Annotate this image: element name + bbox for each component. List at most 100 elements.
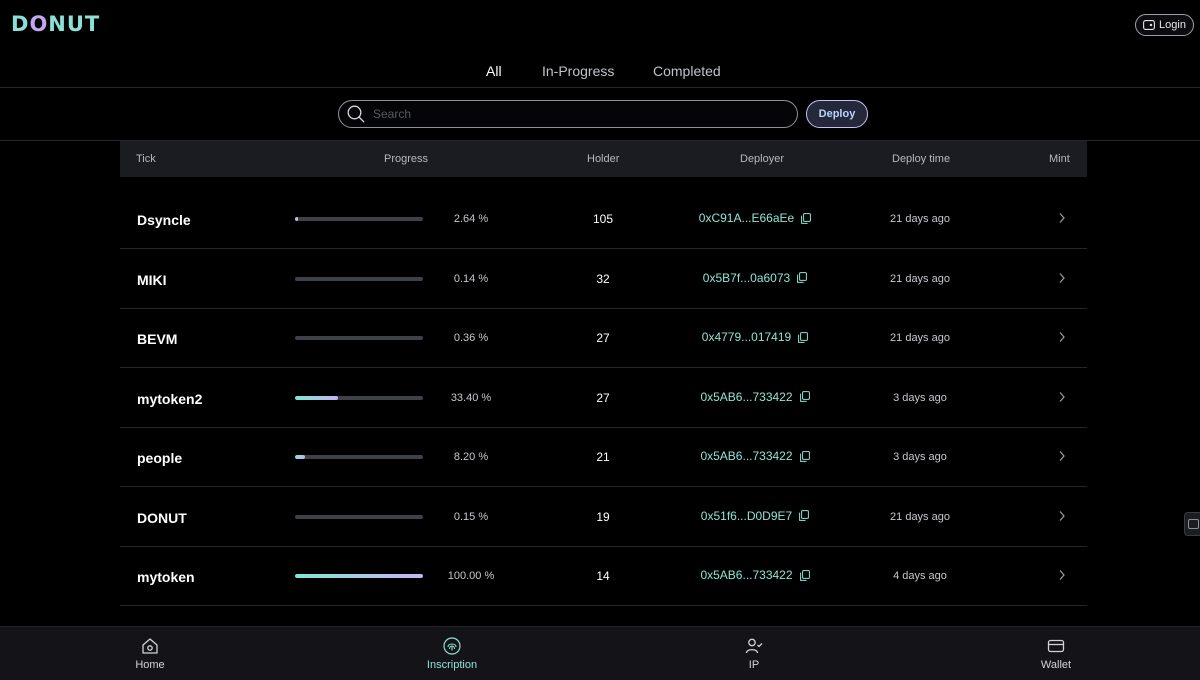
deploy-time: 3 days ago — [893, 451, 947, 463]
wallet-icon — [1047, 639, 1065, 653]
table-row[interactable]: DONUT 0.15 % 19 0x51f6...D0D9E7 21 days ago — [120, 488, 1087, 547]
progress-percent: 33.40 % — [450, 391, 492, 404]
progress-fill — [295, 395, 338, 400]
nav-home[interactable]: Home — [110, 637, 190, 671]
copy-icon[interactable] — [797, 272, 808, 283]
nav-wallet[interactable]: Wallet — [1016, 637, 1096, 671]
deployer-address-text: 0x51f6...D0D9E7 — [700, 508, 793, 523]
copy-icon[interactable] — [799, 450, 810, 462]
chevron-right-icon[interactable] — [1056, 210, 1068, 226]
table-row[interactable]: mytoken2 33.40 % 27 0x5AB6...733422 3 days a… — [120, 369, 1087, 428]
progress-bar — [295, 455, 423, 459]
progress-percent: 8.20 % — [453, 451, 489, 463]
login-button[interactable]: Login — [1135, 14, 1194, 36]
deployer-address[interactable]: 0x5B7f...0a6073 — [685, 271, 825, 285]
deploy-label: Deploy — [818, 108, 856, 120]
row-tick: MIKI — [137, 271, 167, 288]
row-tick: people — [137, 450, 183, 466]
deployer-address[interactable]: 0x5AB6...733422 — [685, 449, 825, 463]
logo-letter-d: D — [11, 12, 30, 36]
copy-icon[interactable] — [799, 569, 810, 581]
holder-count: 27 — [596, 390, 610, 405]
deploy-time: 4 days ago — [893, 570, 947, 582]
nav-inscription-label: Inscription — [426, 659, 478, 671]
copy-icon[interactable] — [799, 391, 810, 402]
table-row[interactable]: BEVM 0.36 % 27 0x4779...017419 21 days ago — [120, 309, 1087, 368]
deployer-address-text: 0x5B7f...0a6073 — [702, 270, 791, 285]
column-holder: Holder — [587, 153, 620, 165]
column-deployer: Deployer — [740, 153, 785, 165]
table-row[interactable]: Dsyncle 2.64 % 105 0xC91A...E66aEe 21 days a… — [120, 190, 1087, 249]
chevron-right-icon[interactable] — [1056, 448, 1068, 464]
copy-icon[interactable] — [801, 212, 812, 224]
chevron-right-icon[interactable] — [1056, 389, 1068, 405]
deployer-address[interactable]: 0x4779...017419 — [685, 330, 825, 344]
search-box[interactable] — [338, 100, 798, 128]
deploy-time: 3 days ago — [893, 391, 947, 404]
progress-bar — [295, 217, 423, 221]
table-row[interactable]: people 8.20 % 21 0x5AB6...733422 3 days ago — [120, 428, 1087, 487]
holder-count: 32 — [596, 271, 610, 286]
progress-bar — [295, 276, 423, 281]
chevron-right-icon[interactable] — [1056, 508, 1068, 524]
deployer-address[interactable]: 0x5AB6...733422 — [685, 568, 825, 582]
deployer-address-text: 0x5AB6...733422 — [700, 389, 793, 404]
progress-percent: 2.64 % — [453, 213, 489, 225]
progress-fill — [295, 217, 299, 221]
holder-count: 27 — [596, 331, 610, 345]
search-input[interactable] — [373, 107, 773, 121]
deploy-button[interactable]: Deploy — [806, 100, 868, 128]
login-label: Login — [1159, 19, 1186, 31]
tab-in-progress-label: In-Progress — [542, 63, 615, 79]
user-check-icon — [745, 638, 763, 654]
tab-in-progress[interactable]: In-Progress — [542, 55, 614, 87]
header: D O NUT Login — [0, 0, 1200, 50]
table-header: Tick Progress Holder Deployer Deploy tim… — [120, 141, 1087, 177]
fingerprint-icon — [443, 637, 461, 655]
nav-home-label: Home — [135, 659, 165, 671]
deployer-address[interactable]: 0x51f6...D0D9E7 — [685, 509, 825, 523]
deployer-address[interactable]: 0xC91A...E66aEe — [685, 211, 825, 225]
row-tick: mytoken — [137, 569, 195, 585]
row-tick: Dsyncle — [137, 212, 191, 228]
logo-letters-nut: NUT — [48, 12, 101, 36]
holder-count: 21 — [596, 450, 610, 464]
progress-fill — [295, 574, 423, 578]
deployer-address-text: 0xC91A...E66aEe — [698, 211, 795, 225]
chevron-right-icon[interactable] — [1056, 270, 1068, 286]
bottom-nav: Home Inscription IP Wallet — [0, 626, 1200, 680]
progress-bar — [295, 395, 423, 400]
tab-completed[interactable]: Completed — [653, 55, 721, 87]
nav-inscription[interactable]: Inscription — [412, 637, 492, 671]
table-row[interactable]: MIKI 0.14 % 32 0x5B7f...0a6073 21 days ago — [120, 250, 1087, 309]
logo[interactable]: D O NUT — [11, 11, 100, 37]
copy-icon[interactable] — [798, 331, 809, 343]
nav-wallet-label: Wallet — [1040, 659, 1072, 671]
side-floating-widget[interactable] — [1184, 512, 1200, 536]
row-tick: DONUT — [137, 509, 187, 526]
deployer-address[interactable]: 0x5AB6...733422 — [685, 390, 825, 404]
search-icon — [347, 105, 365, 123]
deploy-time: 21 days ago — [890, 332, 950, 344]
chevron-right-icon[interactable] — [1056, 567, 1068, 583]
deploy-time: 21 days ago — [890, 272, 950, 285]
progress-bar — [295, 574, 423, 578]
row-tick: mytoken2 — [137, 390, 203, 407]
progress-percent: 0.36 % — [453, 332, 489, 344]
copy-icon[interactable] — [799, 510, 810, 521]
progress-percent: 100.00 % — [447, 570, 495, 582]
progress-percent: 0.15 % — [453, 510, 489, 523]
table-row[interactable]: mytoken 100.00 % 14 0x5AB6...733422 4 days a… — [120, 547, 1087, 606]
logo-letter-o: O — [29, 12, 49, 36]
deployer-address-text: 0x5AB6...733422 — [700, 449, 793, 463]
progress-bar — [295, 514, 423, 519]
tab-all[interactable]: All — [486, 55, 502, 87]
deploy-time: 21 days ago — [890, 213, 950, 225]
wallet-login-icon — [1143, 20, 1155, 30]
progress-bar — [295, 336, 423, 340]
chevron-right-icon[interactable] — [1056, 329, 1068, 345]
home-icon — [142, 638, 158, 654]
column-progress: Progress — [384, 153, 429, 165]
nav-ip[interactable]: IP — [714, 637, 794, 671]
column-mint: Mint — [1049, 153, 1070, 165]
